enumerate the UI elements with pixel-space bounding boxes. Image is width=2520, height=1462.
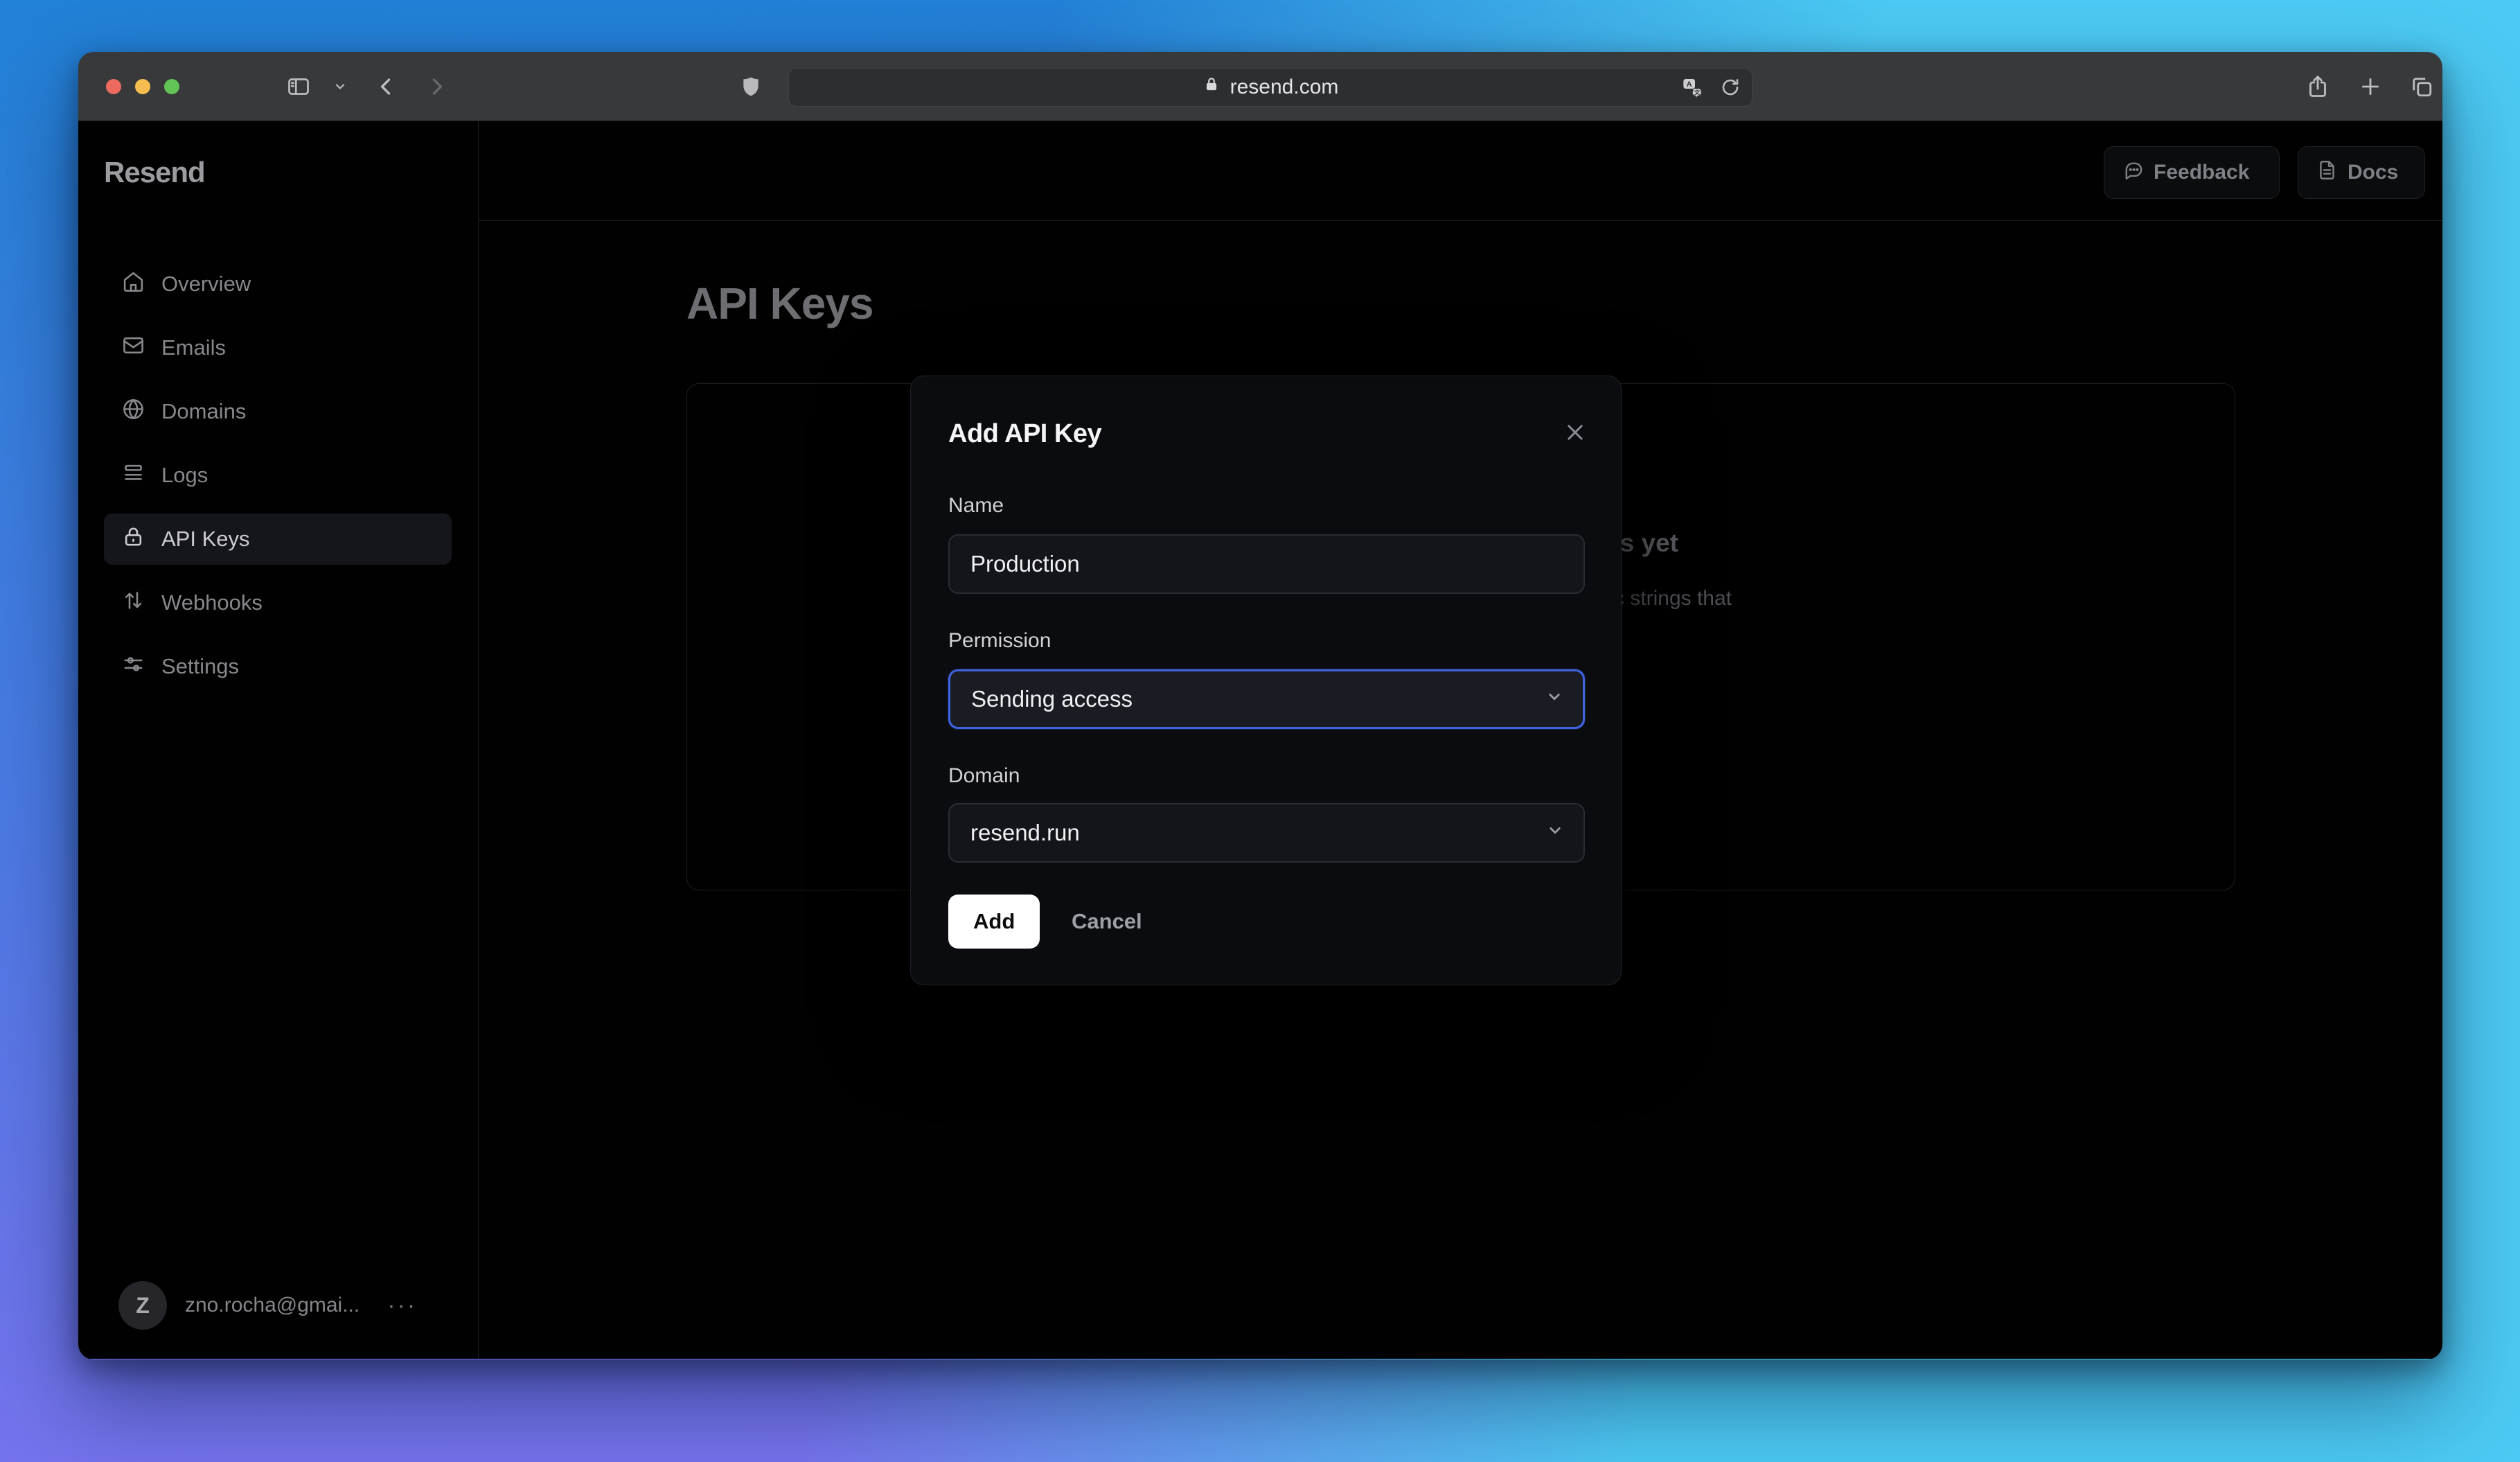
account-menu-button[interactable]: ··· [387,1292,417,1319]
zoom-window-button[interactable] [164,79,179,94]
sidebar-item-label: API Keys [161,527,250,551]
sidebar-item-webhooks[interactable]: Webhooks [104,577,452,628]
document-icon [2316,159,2338,186]
account-row: Z zno.rocha@gmai... ··· [118,1281,417,1330]
close-window-button[interactable] [106,79,121,94]
sidebar-item-label: Settings [161,654,240,678]
address-bar[interactable]: resend.com A 文 [788,68,1753,107]
share-icon [2305,74,2330,99]
chevron-down-icon [1545,820,1565,846]
avatar: Z [118,1281,167,1330]
page-title: API Keys [686,279,873,328]
forward-icon [425,75,448,98]
add-api-key-modal: Add API Key Name Production Permission S… [910,376,1622,985]
feedback-label: Feedback [2154,161,2250,184]
home-icon [122,270,145,299]
name-label: Name [948,494,1004,517]
sidebar-toggle-icon [286,74,311,99]
back-button[interactable] [375,75,398,98]
sidebar-item-label: Webhooks [161,590,263,615]
sliders-icon [122,653,145,681]
sidebar-item-api-keys[interactable]: API Keys [104,513,452,565]
minimize-window-button[interactable] [135,79,150,94]
sidebar-item-settings[interactable]: Settings [104,641,452,692]
reload-button[interactable] [1720,77,1741,98]
docs-button[interactable]: Docs [2298,146,2425,199]
lock-icon [122,525,145,554]
domain-select-value: resend.run [970,820,1080,845]
globe-icon [122,398,145,426]
permission-select-value: Sending access [971,686,1133,712]
new-tab-button[interactable] [2359,75,2382,98]
chevron-down-icon [333,80,347,94]
modal-title: Add API Key [948,419,1102,448]
sidebar-item-emails[interactable]: Emails [104,322,452,373]
modal-close-button[interactable] [1559,416,1592,450]
permission-select[interactable]: Sending access [948,669,1585,729]
name-input[interactable]: Production [948,534,1585,594]
permission-label: Permission [948,629,1052,652]
sidebar-item-domains[interactable]: Domains [104,386,452,437]
browser-window: resend.com A 文 Resend Overview Emails Do… [78,52,2442,1359]
resend-logo: Resend [104,156,206,188]
tab-group-chevron-button[interactable] [333,80,347,94]
feedback-bubble-icon [2122,159,2144,186]
share-button[interactable] [2305,74,2330,99]
forward-button[interactable] [425,75,448,98]
desktop-background: resend.com A 文 Resend Overview Emails Do… [0,0,2520,1462]
sidebar-toggle-button[interactable] [286,74,311,99]
shield-icon [740,76,762,98]
logs-icon [122,461,145,490]
sidebar-item-logs[interactable]: Logs [104,450,452,501]
sidebar-item-label: Emails [161,335,227,360]
traffic-lights [106,79,179,94]
domain-select[interactable]: resend.run [948,803,1585,863]
url-text: resend.com [1230,76,1339,98]
sidebar-item-overview[interactable]: Overview [104,258,452,310]
header-divider [479,220,2442,221]
svg-text:A: A [1687,80,1692,89]
cancel-button[interactable]: Cancel [1072,895,1142,949]
plus-icon [2359,75,2382,98]
mail-icon [122,334,145,362]
arrows-up-down-icon [122,589,145,617]
account-email: zno.rocha@gmai... [185,1294,360,1316]
svg-text:文: 文 [1694,88,1701,96]
privacy-report-button[interactable] [740,76,762,98]
sidebar-item-label: Domains [161,399,247,423]
tabs-icon [2409,74,2434,99]
sidebar-nav: Overview Emails Domains Logs API Keys We… [104,258,452,705]
resend-dashboard: Resend Overview Emails Domains Logs API … [78,121,2442,1359]
docs-label: Docs [2348,161,2399,184]
browser-titlebar: resend.com A 文 [78,52,2442,121]
domain-label: Domain [948,764,1020,787]
reload-icon [1720,77,1741,98]
add-button[interactable]: Add [948,895,1040,949]
translate-icon: A 文 [1681,76,1703,98]
sidebar-item-label: Overview [161,272,251,296]
name-input-value: Production [970,551,1080,576]
back-icon [375,75,398,98]
translate-button[interactable]: A 文 [1681,76,1703,98]
chevron-down-icon [1544,686,1565,712]
close-icon [1563,421,1587,446]
tab-overview-button[interactable] [2409,74,2434,99]
sidebar-divider [478,121,479,1359]
sidebar-item-label: Logs [161,463,208,487]
lock-icon [1203,76,1221,99]
feedback-button[interactable]: Feedback [2104,146,2280,199]
